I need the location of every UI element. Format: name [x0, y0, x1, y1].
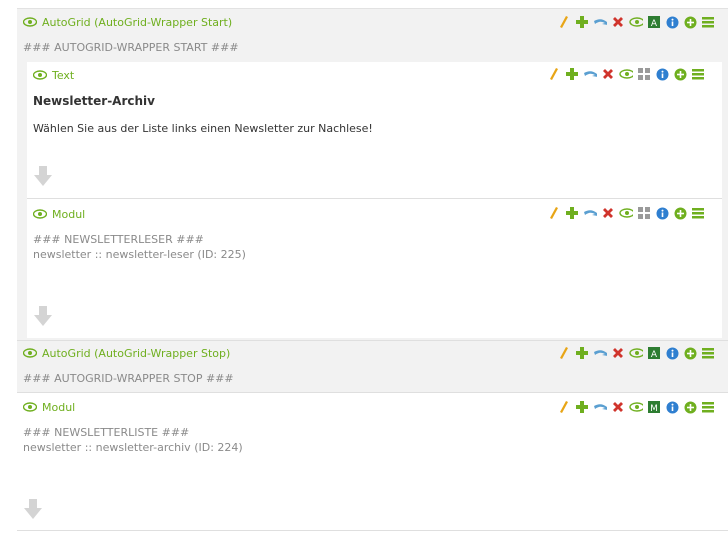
autogrid-stop-header: AutoGrid (AutoGrid-Wrapper Stop) [23, 346, 230, 360]
add-below-icon[interactable] [683, 15, 697, 29]
info-icon[interactable] [655, 206, 669, 220]
add-below-icon[interactable] [683, 346, 697, 360]
menu-icon[interactable] [691, 206, 705, 220]
autogrid-start-code: ### AUTOGRID-WRAPPER START ### [23, 41, 239, 54]
block-toolbar [547, 67, 705, 81]
block-title[interactable]: AutoGrid (AutoGrid-Wrapper Stop) [42, 347, 230, 360]
edit-icon[interactable] [547, 67, 561, 81]
grid-icon[interactable]: A [647, 346, 661, 360]
move-icon[interactable] [583, 67, 597, 81]
move-icon[interactable] [583, 206, 597, 220]
autogrid-start-header: AutoGrid (AutoGrid-Wrapper Start) [23, 15, 232, 29]
add-icon[interactable] [575, 15, 589, 29]
delete-icon[interactable] [601, 206, 615, 220]
move-icon[interactable] [593, 346, 607, 360]
add-below-icon[interactable] [673, 67, 687, 81]
module-block-header: Modul [33, 207, 85, 221]
eye-icon[interactable] [33, 207, 47, 221]
block-title[interactable]: Modul [42, 401, 75, 414]
edit-icon[interactable] [557, 400, 571, 414]
block-title[interactable]: Modul [52, 208, 85, 221]
edit-icon[interactable] [557, 346, 571, 360]
eye-icon[interactable] [23, 346, 37, 360]
grid-icon[interactable]: M [647, 400, 661, 414]
add-below-icon[interactable] [673, 206, 687, 220]
module-block-header: Modul [23, 400, 75, 414]
add-icon[interactable] [565, 206, 579, 220]
info-icon[interactable] [655, 67, 669, 81]
text-block-header: Text [33, 68, 74, 82]
delete-icon[interactable] [601, 67, 615, 81]
edit-icon[interactable] [557, 15, 571, 29]
drag-down-icon[interactable] [24, 499, 42, 519]
add-below-icon[interactable] [683, 400, 697, 414]
add-icon[interactable] [565, 67, 579, 81]
block-toolbar: M [557, 400, 715, 414]
grid-icon[interactable]: A [647, 15, 661, 29]
delete-icon[interactable] [611, 400, 625, 414]
drag-down-icon[interactable] [34, 306, 52, 326]
grid-icon[interactable] [637, 206, 651, 220]
menu-icon[interactable] [701, 400, 715, 414]
visibility-toggle-icon[interactable] [629, 15, 643, 29]
visibility-toggle-icon[interactable] [629, 400, 643, 414]
module-code-line: newsletter :: newsletter-archiv (ID: 224… [23, 441, 243, 454]
svg-text:A: A [651, 19, 658, 28]
block-toolbar: A [557, 15, 715, 29]
grid-icon[interactable] [637, 67, 651, 81]
text-body: Wählen Sie aus der Liste links einen New… [33, 122, 373, 135]
info-icon[interactable] [665, 400, 679, 414]
delete-icon[interactable] [611, 346, 625, 360]
move-icon[interactable] [593, 400, 607, 414]
edit-icon[interactable] [547, 206, 561, 220]
eye-icon[interactable] [33, 68, 47, 82]
info-icon[interactable] [665, 15, 679, 29]
text-headline: Newsletter-Archiv [33, 94, 155, 108]
divider [17, 530, 728, 531]
block-title[interactable]: AutoGrid (AutoGrid-Wrapper Start) [42, 16, 232, 29]
module-code-line: ### NEWSLETTERLESER ### [33, 233, 204, 246]
block-title[interactable]: Text [52, 69, 74, 82]
visibility-toggle-icon[interactable] [629, 346, 643, 360]
add-icon[interactable] [575, 346, 589, 360]
add-icon[interactable] [575, 400, 589, 414]
delete-icon[interactable] [611, 15, 625, 29]
eye-icon[interactable] [23, 15, 37, 29]
autogrid-stop-code: ### AUTOGRID-WRAPPER STOP ### [23, 372, 234, 385]
info-icon[interactable] [665, 346, 679, 360]
svg-text:A: A [651, 350, 658, 359]
svg-text:M: M [650, 404, 658, 413]
eye-icon[interactable] [23, 400, 37, 414]
block-toolbar [547, 206, 705, 220]
module-code-line: ### NEWSLETTERLISTE ### [23, 426, 190, 439]
visibility-toggle-icon[interactable] [619, 206, 633, 220]
block-toolbar: A [557, 346, 715, 360]
menu-icon[interactable] [701, 15, 715, 29]
module-code-line: newsletter :: newsletter-leser (ID: 225) [33, 248, 246, 261]
visibility-toggle-icon[interactable] [619, 67, 633, 81]
content-editor: AutoGrid (AutoGrid-Wrapper Start) A ### … [17, 0, 728, 538]
menu-icon[interactable] [691, 67, 705, 81]
move-icon[interactable] [593, 15, 607, 29]
drag-down-icon[interactable] [34, 166, 52, 186]
menu-icon[interactable] [701, 346, 715, 360]
